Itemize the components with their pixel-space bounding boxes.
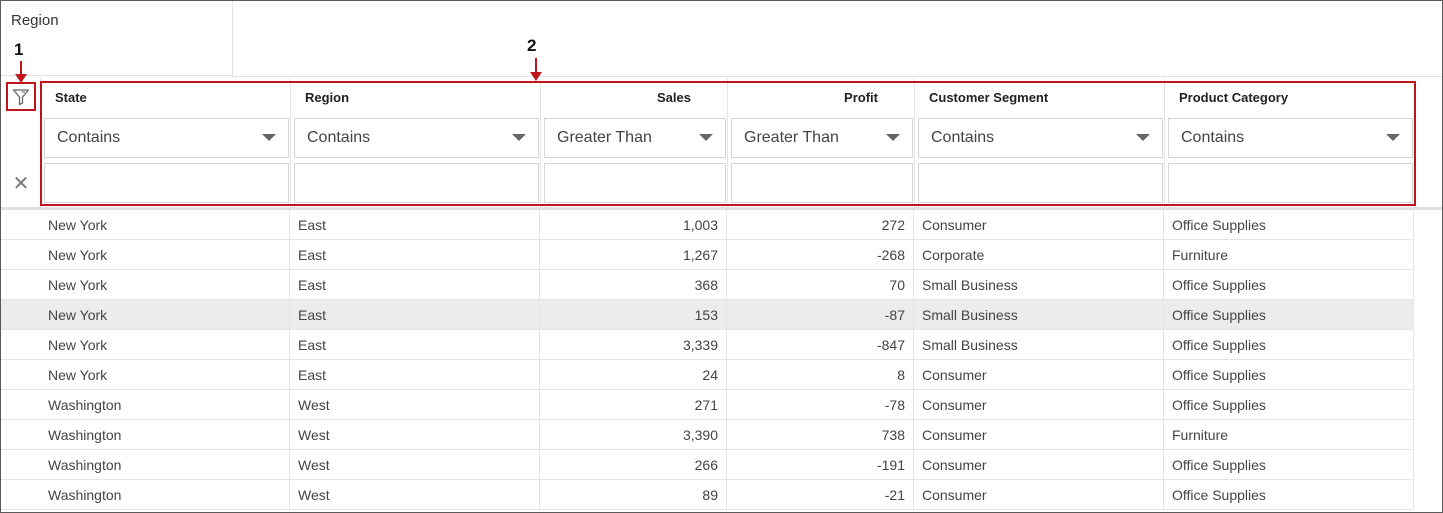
table-cell-profit: 272: [727, 210, 914, 240]
table-cell-segment: Small Business: [914, 300, 1164, 330]
callout-number-1: 1: [14, 40, 24, 59]
table-cell-profit: -847: [727, 330, 914, 360]
table-cell-state: New York: [40, 330, 290, 360]
table-row[interactable]: New York East 153 -87 Small Business Office S…: [0, 300, 1414, 330]
table-cell-sales: 3,339: [540, 330, 727, 360]
table-cell-region: East: [290, 270, 540, 300]
table-cell-category: Office Supplies: [1164, 390, 1414, 420]
table-cell-region: West: [290, 390, 540, 420]
filter-highlight-box: [40, 81, 1416, 206]
table-cell-state: Washington: [40, 480, 290, 510]
group-chip-region[interactable]: Region: [11, 12, 59, 29]
table-cell-category: Office Supplies: [1164, 210, 1414, 240]
table-cell-sales: 153: [540, 300, 727, 330]
table-cell-category: Office Supplies: [1164, 270, 1414, 300]
table-cell-category: Office Supplies: [1164, 450, 1414, 480]
table-cell-profit: 70: [727, 270, 914, 300]
callout-number-2: 2: [527, 36, 537, 55]
table-cell-segment: Small Business: [914, 330, 1164, 360]
table-cell-sales: 368: [540, 270, 727, 300]
table-cell-segment: Consumer: [914, 210, 1164, 240]
table-cell-segment: Consumer: [914, 450, 1164, 480]
table-cell-segment: Corporate: [914, 240, 1164, 270]
table-cell-category: Office Supplies: [1164, 300, 1414, 330]
divider: [232, 76, 1442, 77]
table-cell-sales: 1,003: [540, 210, 727, 240]
table-cell-profit: 738: [727, 420, 914, 450]
table-cell-category: Office Supplies: [1164, 480, 1414, 510]
group-by-panel: Region: [1, 1, 233, 76]
callout-arrow-2: [530, 58, 542, 81]
clear-filters-button[interactable]: ✕: [11, 174, 31, 194]
table-cell-category: Furniture: [1164, 240, 1414, 270]
table-cell-sales: 1,267: [540, 240, 727, 270]
table-cell-region: East: [290, 360, 540, 390]
table-cell-state: New York: [40, 270, 290, 300]
table-cell-region: East: [290, 330, 540, 360]
table-row[interactable]: New York East 3,339 -847 Small Business Offic…: [0, 330, 1414, 360]
table-cell-state: New York: [40, 240, 290, 270]
table-row[interactable]: Washington West 266 -191 Consumer Office Supp…: [0, 450, 1414, 480]
table-cell-region: West: [290, 480, 540, 510]
filter-toggle-button[interactable]: [6, 82, 36, 111]
table-cell-state: Washington: [40, 390, 290, 420]
table-cell-category: Office Supplies: [1164, 330, 1414, 360]
table-cell-profit: 8: [727, 360, 914, 390]
table-cell-state: New York: [40, 360, 290, 390]
table-cell-segment: Consumer: [914, 390, 1164, 420]
table-cell-state: Washington: [40, 450, 290, 480]
table-cell-profit: -21: [727, 480, 914, 510]
table-row[interactable]: Washington West 89 -21 Consumer Office Suppli…: [0, 480, 1414, 510]
callout-arrow-1: [15, 61, 27, 83]
table-cell-profit: -87: [727, 300, 914, 330]
table-cell-region: East: [290, 210, 540, 240]
table-cell-profit: -191: [727, 450, 914, 480]
table-row[interactable]: Washington West 271 -78 Consumer Office Suppl…: [0, 390, 1414, 420]
table-cell-segment: Consumer: [914, 360, 1164, 390]
table-cell-category: Furniture: [1164, 420, 1414, 450]
table-cell-sales: 266: [540, 450, 727, 480]
table-cell-segment: Consumer: [914, 480, 1164, 510]
table-row[interactable]: New York East 1,003 272 Consumer Office Suppl…: [0, 210, 1414, 240]
table-row[interactable]: Washington West 3,390 738 Consumer Furniture: [0, 420, 1414, 450]
table-row[interactable]: New York East 368 70 Small Business Office Su…: [0, 270, 1414, 300]
table-cell-segment: Consumer: [914, 420, 1164, 450]
table-cell-segment: Small Business: [914, 270, 1164, 300]
table-cell-sales: 271: [540, 390, 727, 420]
table-row[interactable]: New York East 24 8 Consumer Office Supplies: [0, 360, 1414, 390]
table-cell-region: East: [290, 300, 540, 330]
table-cell-sales: 89: [540, 480, 727, 510]
table-cell-state: Washington: [40, 420, 290, 450]
table-row[interactable]: New York East 1,267 -268 Corporate Furniture: [0, 240, 1414, 270]
table-cell-sales: 24: [540, 360, 727, 390]
table-cell-region: West: [290, 420, 540, 450]
table-cell-region: East: [290, 240, 540, 270]
table-cell-sales: 3,390: [540, 420, 727, 450]
table-cell-profit: -268: [727, 240, 914, 270]
filter-funnel-icon: [12, 88, 30, 105]
table-cell-state: New York: [40, 210, 290, 240]
table-cell-profit: -78: [727, 390, 914, 420]
table-cell-state: New York: [40, 300, 290, 330]
table-cell-region: West: [290, 450, 540, 480]
table-cell-category: Office Supplies: [1164, 360, 1414, 390]
